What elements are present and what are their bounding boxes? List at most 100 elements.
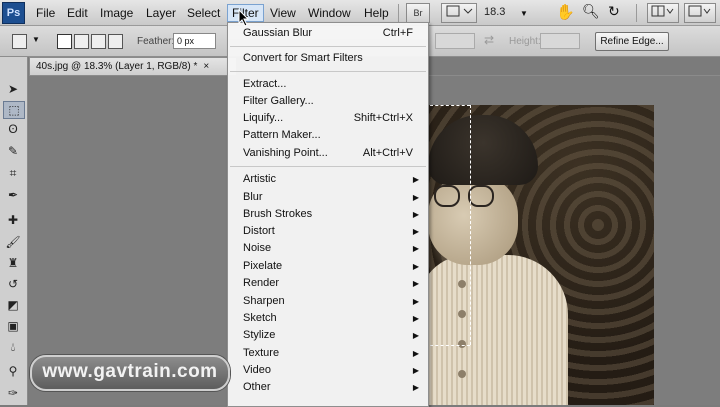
- submenu-other[interactable]: Other ▶: [243, 379, 423, 396]
- menu-image[interactable]: Image: [96, 5, 137, 21]
- menu-item-label: Render: [243, 277, 280, 289]
- submenu-sketch[interactable]: Sketch ▶: [243, 310, 423, 327]
- watermark-badge: www.gavtrain.com: [30, 355, 230, 391]
- menubar-divider: [398, 4, 399, 22]
- zoom-level[interactable]: 18.3: [484, 6, 505, 18]
- submenu-video[interactable]: Video ▶: [243, 362, 423, 379]
- submenu-stylize[interactable]: Stylize ▶: [243, 327, 423, 344]
- photo-canvas-image[interactable]: [428, 105, 654, 405]
- menu-item-gaussian-blur[interactable]: Gaussian Blur Ctrl+F: [243, 25, 423, 42]
- zoom-tool-icon[interactable]: 🔍︎: [582, 3, 600, 20]
- photo-sweater: [428, 255, 568, 405]
- brush-tool-icon[interactable]: 🖌︎: [3, 234, 23, 250]
- menu-item-label: Pattern Maker...: [243, 129, 321, 141]
- pen-tool-icon[interactable]: ✑: [3, 385, 23, 401]
- document-tab[interactable]: 40s.jpg @ 18.3% (Layer 1, RGB/8) * ×: [29, 57, 237, 76]
- watermark-text: www.gavtrain.com: [42, 361, 218, 382]
- arrange-documents-button[interactable]: [647, 3, 679, 23]
- submenu-distort[interactable]: Distort ▶: [243, 223, 423, 240]
- history-brush-tool-icon[interactable]: ↺: [3, 276, 23, 292]
- move-tool-icon[interactable]: ➤: [3, 81, 23, 97]
- submenu-arrow-icon: ▶: [412, 383, 419, 392]
- submenu-pixelate[interactable]: Pixelate ▶: [243, 258, 423, 275]
- menu-help[interactable]: Help: [360, 5, 393, 21]
- screen-mode-icon: [688, 5, 711, 17]
- photoshop-logo: Ps: [2, 2, 25, 24]
- subtract-from-selection-icon[interactable]: [91, 34, 106, 49]
- arrange-documents-icon: [651, 5, 674, 17]
- view-extras-button[interactable]: [441, 3, 477, 23]
- selection-marquee-bottom: [430, 345, 470, 346]
- mouse-cursor-icon: [238, 8, 250, 27]
- menu-item-shortcut: Ctrl+F: [382, 27, 413, 39]
- eraser-tool-icon[interactable]: ◩: [3, 297, 23, 313]
- close-document-icon[interactable]: ×: [203, 61, 209, 72]
- menu-item-extract[interactable]: Extract...: [243, 76, 423, 93]
- submenu-arrow-icon: ▶: [412, 244, 419, 253]
- selection-marquee-edge: [470, 105, 471, 345]
- filter-menu-dropdown: Gaussian Blur Ctrl+F Convert for Smart F…: [227, 22, 429, 407]
- submenu-arrow-icon: ▶: [412, 193, 419, 202]
- refine-edge-button[interactable]: Refine Edge...: [595, 32, 669, 51]
- quick-selection-tool-icon[interactable]: ✎: [3, 143, 23, 159]
- bridge-button[interactable]: Br: [406, 3, 430, 23]
- submenu-texture[interactable]: Texture ▶: [243, 345, 423, 362]
- submenu-arrow-icon: ▶: [412, 331, 419, 340]
- zoom-dropdown-icon[interactable]: ▼: [520, 9, 528, 18]
- blur-tool-icon[interactable]: 💧︎: [3, 339, 23, 355]
- submenu-arrow-icon: ▶: [412, 210, 419, 219]
- menu-item-shortcut: Shift+Ctrl+X: [353, 112, 413, 124]
- menu-item-convert-smart-filters[interactable]: Convert for Smart Filters: [243, 50, 423, 67]
- submenu-noise[interactable]: Noise ▶: [243, 240, 423, 257]
- menu-separator: [230, 71, 426, 72]
- menu-item-vanishing-point[interactable]: Vanishing Point... Alt+Ctrl+V: [243, 145, 423, 162]
- submenu-blur[interactable]: Blur ▶: [243, 189, 423, 206]
- new-selection-icon[interactable]: [57, 34, 72, 49]
- menu-view[interactable]: View: [266, 5, 300, 21]
- preset-dropdown-icon[interactable]: ▼: [32, 35, 40, 44]
- gradient-tool-icon[interactable]: ▣: [3, 318, 23, 334]
- menu-window[interactable]: Window: [304, 5, 355, 21]
- dodge-tool-icon[interactable]: ⚲: [3, 363, 23, 379]
- marquee-preset-icon[interactable]: [12, 34, 27, 49]
- menu-item-filter-gallery[interactable]: Filter Gallery...: [243, 93, 423, 110]
- submenu-brush-strokes[interactable]: Brush Strokes ▶: [243, 206, 423, 223]
- lasso-tool-icon[interactable]: ʘ: [3, 121, 23, 137]
- menu-item-label: Filter Gallery...: [243, 95, 314, 107]
- menu-item-pattern-maker[interactable]: Pattern Maker...: [243, 127, 423, 144]
- eyedropper-tool-icon[interactable]: ✒: [3, 187, 23, 203]
- intersect-selection-icon[interactable]: [108, 34, 123, 49]
- hand-tool-icon[interactable]: ✋: [556, 3, 575, 21]
- menu-item-label: Blur: [243, 191, 263, 203]
- menu-item-label: Sharpen: [243, 295, 285, 307]
- width-input[interactable]: [435, 33, 475, 49]
- submenu-artistic[interactable]: Artistic ▶: [243, 171, 423, 188]
- rotate-view-icon[interactable]: ↻: [608, 3, 620, 20]
- menu-layer[interactable]: Layer: [142, 5, 180, 21]
- rectangular-marquee-tool-icon[interactable]: ⬚: [3, 101, 25, 119]
- healing-brush-tool-icon[interactable]: ✚: [3, 212, 23, 228]
- menu-edit[interactable]: Edit: [63, 5, 92, 21]
- menu-item-label: Brush Strokes: [243, 208, 313, 220]
- menu-item-label: Stylize: [243, 329, 276, 341]
- submenu-render[interactable]: Render ▶: [243, 275, 423, 292]
- height-input[interactable]: [540, 33, 580, 49]
- menu-item-label: Artistic: [243, 173, 276, 185]
- feather-input[interactable]: 0 px: [173, 33, 216, 49]
- menu-separator: [230, 46, 426, 47]
- crop-tool-icon[interactable]: ⌗: [3, 165, 23, 181]
- swap-dimensions-icon[interactable]: ⇄: [484, 33, 494, 47]
- submenu-sharpen[interactable]: Sharpen ▶: [243, 293, 423, 310]
- menu-select[interactable]: Select: [183, 5, 224, 21]
- clone-stamp-tool-icon[interactable]: ♜: [3, 255, 23, 271]
- photo-glasses: [432, 185, 502, 207]
- screen-mode-button[interactable]: [684, 3, 716, 23]
- selection-marquee-top: [430, 105, 470, 106]
- menu-item-label: Liquify...: [243, 112, 284, 124]
- menu-item-label: Pixelate: [243, 260, 283, 272]
- menu-item-liquify[interactable]: Liquify... Shift+Ctrl+X: [243, 110, 423, 127]
- menu-item-label: Gaussian Blur: [243, 27, 313, 39]
- menu-file[interactable]: File: [32, 5, 59, 21]
- menu-item-label: Video: [243, 364, 271, 376]
- add-to-selection-icon[interactable]: [74, 34, 89, 49]
